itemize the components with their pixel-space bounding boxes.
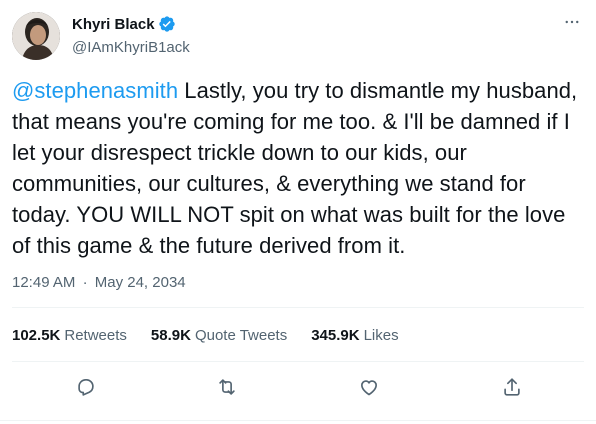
likes-stat[interactable]: 345.9K Likes (311, 327, 398, 344)
author-name-row[interactable]: Khyri Black (72, 15, 176, 33)
engagement-stats: 102.5K Retweets 58.9K Quote Tweets 345.9K L… (12, 327, 423, 344)
action-bar (0, 372, 596, 402)
tweet-text: @stephenasmith Lastly, you try to disman… (12, 75, 584, 261)
share-icon (504, 378, 520, 396)
author-display-name[interactable]: Khyri Black (72, 16, 155, 33)
timestamp-separator: · (82, 274, 88, 291)
tweet-timestamp[interactable]: 12:49 AM · May 24, 2034 (12, 274, 186, 291)
tweet-time[interactable]: 12:49 AM (12, 274, 75, 291)
avatar[interactable] (12, 12, 60, 60)
retweets-count: 102.5K (12, 327, 61, 344)
retweets-stat[interactable]: 102.5K Retweets (12, 327, 127, 344)
verified-badge-icon (158, 15, 176, 33)
like-button[interactable] (354, 372, 384, 402)
divider (12, 361, 584, 362)
reply-button[interactable] (71, 372, 101, 402)
quote-tweets-stat[interactable]: 58.9K Quote Tweets (151, 327, 287, 344)
divider (12, 307, 584, 308)
mention-link[interactable]: @stephenasmith (12, 78, 178, 103)
retweets-label: Retweets (64, 327, 127, 344)
retweet-button[interactable] (212, 372, 242, 402)
likes-label: Likes (363, 327, 399, 344)
reply-icon (78, 379, 94, 396)
more-dots-icon[interactable] (562, 12, 582, 32)
tweet-body: Lastly, you try to dismantle my husband,… (12, 78, 578, 258)
author-handle[interactable]: @IAmKhyriB1ack (72, 39, 190, 56)
share-button[interactable] (497, 372, 527, 402)
divider (0, 420, 596, 421)
quote-tweets-count: 58.9K (150, 327, 191, 344)
likes-count: 345.9K (311, 327, 360, 344)
retweet-icon (219, 379, 235, 395)
quote-tweets-label: Quote Tweets (194, 327, 288, 344)
heart-icon (361, 380, 377, 396)
tweet-card: Khyri Black @IAmKhyriB1ack @stephenasmit… (0, 0, 596, 424)
tweet-date[interactable]: May 24, 2034 (95, 274, 186, 291)
